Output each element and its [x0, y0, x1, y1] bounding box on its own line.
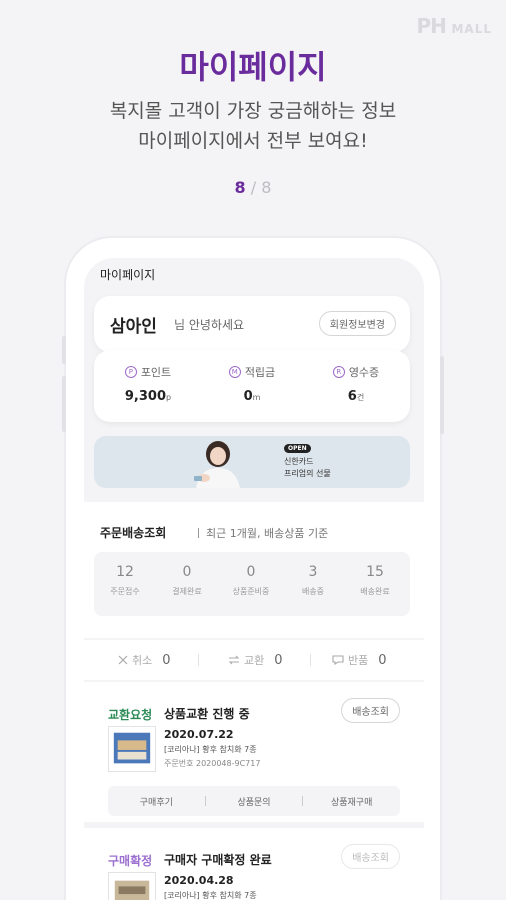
stat-receipt[interactable]: R 영수증 6건	[306, 364, 406, 404]
claims-bar: 취소 0 교환 0 반품 0	[84, 640, 424, 680]
pager-current: 8	[234, 178, 246, 197]
claim-label: 취소	[132, 654, 153, 667]
claim-count: 0	[274, 652, 283, 668]
stat-reserve[interactable]: M 적립금 0m	[202, 364, 302, 404]
repurchase-button[interactable]: 상품재구매	[303, 795, 400, 808]
order-item: 교환요청 상품교환 진행 중 배송조회 2020.07.22 [코리아나] 황후…	[84, 682, 424, 822]
x-icon	[118, 655, 128, 665]
item-product-name[interactable]: [코리아나] 황후 참치화 7종	[164, 744, 257, 755]
welcome-card: 삼아인 님 안녕하세요 회원정보변경	[94, 296, 410, 352]
claim-divider	[310, 654, 311, 666]
claim-label: 교환	[244, 654, 265, 667]
item-status: 교환요청	[108, 708, 153, 722]
order-section-subtitle: 최근 1개월, 배송상품 기준	[206, 527, 329, 540]
subtitle-line-2: 마이페이지에서 전부 보여요!	[138, 130, 368, 152]
status-label: 결제완료	[172, 587, 202, 596]
banner-line-2: 프리엄의 선물	[284, 469, 331, 478]
item-date: 2020.07.22	[164, 728, 234, 741]
order-section-title: 주문배송조회	[100, 526, 167, 540]
product-thumbnail[interactable]	[108, 726, 156, 772]
brand-logo: PH MALL	[416, 14, 492, 38]
inquiry-button[interactable]: 상품문의	[206, 795, 303, 808]
item-product-name[interactable]: [코리아나] 황후 참치화 7종	[164, 890, 257, 900]
track-delivery-button[interactable]: 배송조회	[341, 698, 400, 723]
page-headline: 마이페이지	[179, 48, 327, 86]
claim-count: 0	[378, 652, 387, 668]
stat-value: 0	[243, 389, 253, 404]
phone-side-button	[440, 356, 444, 434]
item-status: 구매확정	[108, 854, 153, 868]
phone-side-button	[62, 336, 66, 364]
status-count: 0	[246, 564, 256, 580]
stat-points[interactable]: P 포인트 9,300p	[98, 364, 198, 404]
stat-value: 6	[347, 389, 357, 404]
review-button[interactable]: 구매후기	[108, 795, 205, 808]
edit-profile-button[interactable]: 회원정보변경	[318, 311, 396, 336]
point-icon: P	[124, 366, 137, 378]
stat-unit: 건	[356, 393, 365, 402]
stat-unit: m	[252, 393, 261, 402]
receipt-icon: R	[332, 366, 345, 378]
model-image	[194, 441, 240, 488]
order-status-preparing[interactable]: 0 상품준비중	[220, 564, 282, 597]
product-thumbnail[interactable]	[108, 872, 156, 900]
status-label: 상품준비중	[232, 587, 270, 596]
logo-mark: PH	[416, 14, 446, 38]
status-label: 주문접수	[110, 587, 140, 596]
subtitle-line-1: 복지몰 고객이 가장 궁금해하는 정보	[109, 100, 397, 122]
page-subtitle: 복지몰 고객이 가장 궁금해하는 정보 마이페이지에서 전부 보여요!	[0, 96, 506, 156]
track-delivery-button[interactable]: 배송조회	[341, 844, 400, 869]
promo-banner[interactable]: OPEN 신한카드 프리엄의 선물	[94, 436, 410, 488]
claim-exchange[interactable]: 교환 0	[228, 652, 283, 668]
item-status-title: 구매자 구매확정 완료	[164, 853, 272, 867]
order-status-box: 12 주문접수 0 결제완료 0 상품준비중 3 배송중 15 배송완료	[94, 552, 410, 616]
status-count: 0	[182, 564, 192, 580]
order-status-paid[interactable]: 0 결제완료	[156, 564, 218, 597]
order-status-received[interactable]: 12 주문접수	[94, 564, 156, 597]
claim-cancel[interactable]: 취소 0	[118, 652, 171, 668]
item-order-number: 주문번호 2020048-9C717	[164, 759, 261, 768]
stat-unit: p	[166, 393, 172, 402]
pager-total: 8	[261, 178, 272, 197]
item-status-title: 상품교환 진행 중	[164, 707, 250, 721]
stat-label: 적립금	[244, 366, 276, 379]
status-count: 15	[366, 564, 384, 580]
user-greeting: 님 안녕하세요	[174, 318, 245, 332]
claim-divider	[198, 654, 199, 666]
order-status-shipping[interactable]: 3 배송중	[282, 564, 344, 597]
slide-pager: 8 / 8	[0, 178, 506, 197]
order-item: 구매확정 구매자 구매확정 완료 배송조회 2020.04.28 [코리아나] …	[84, 828, 424, 900]
status-label: 배송중	[301, 587, 325, 596]
status-label: 배송완료	[360, 587, 390, 596]
claim-label: 반품	[348, 654, 369, 667]
item-actions: 구매후기 상품문의 상품재구매	[108, 786, 400, 816]
order-status-delivered[interactable]: 15 배송완료	[344, 564, 406, 597]
banner-line-1: 신한카드	[284, 457, 314, 466]
stat-value: 9,300	[124, 389, 167, 404]
status-count: 3	[308, 564, 318, 580]
order-tracking-section: 주문배송조회 최근 1개월, 배송상품 기준 12 주문접수 0 결제완료 0 …	[84, 502, 424, 638]
title-divider	[198, 528, 199, 538]
phone-screen: 마이페이지 삼아인 님 안녕하세요 회원정보변경 P 포인트 9,300p M 적립…	[84, 258, 424, 900]
mileage-icon: M	[228, 366, 241, 378]
return-icon	[332, 655, 344, 665]
item-date: 2020.04.28	[164, 874, 234, 887]
exchange-icon	[228, 655, 240, 665]
user-name: 삼아인	[110, 317, 157, 337]
stat-label: 영수증	[348, 366, 380, 379]
pager-separator: /	[245, 178, 262, 197]
phone-side-button	[62, 376, 66, 432]
open-badge: OPEN	[284, 444, 311, 453]
claim-count: 0	[162, 652, 171, 668]
stats-card: P 포인트 9,300p M 적립금 0m R 영수증 6건	[94, 350, 410, 422]
logo-text: MALL	[451, 22, 492, 36]
status-count: 12	[116, 564, 134, 580]
claim-return[interactable]: 반품 0	[332, 652, 387, 668]
stat-label: 포인트	[140, 366, 172, 379]
screen-title: 마이페이지	[100, 268, 156, 282]
